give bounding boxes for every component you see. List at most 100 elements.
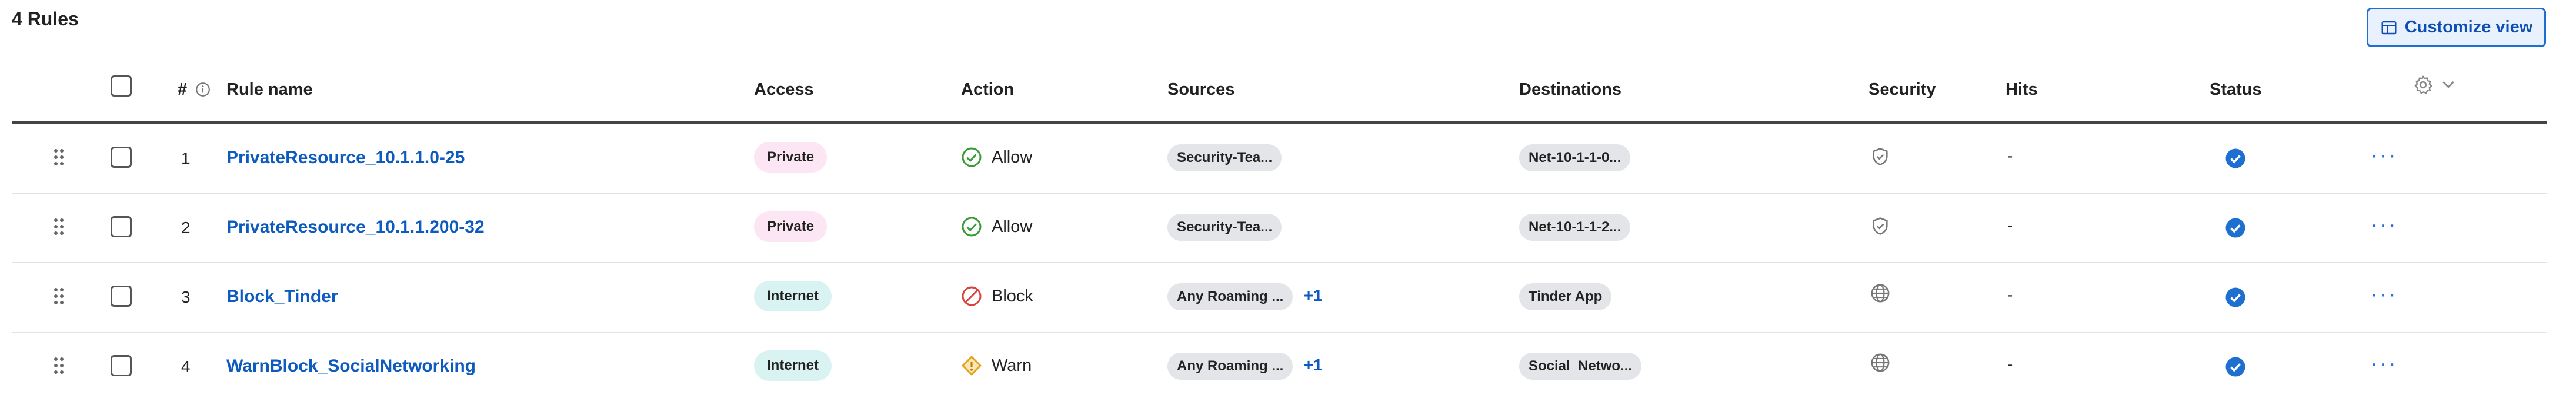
access-badge-label: Internet — [754, 350, 832, 381]
security-cell — [1870, 283, 1890, 306]
destinations-cell: Social_Netwo... — [1519, 353, 1642, 380]
rule-number: 3 — [181, 288, 191, 306]
action-label: Allow — [992, 217, 1033, 236]
destinations-cell: Net-10-1-1-0... — [1519, 144, 1631, 171]
rule-name-link[interactable]: Block_Tinder — [226, 287, 338, 307]
action-cell: Allow — [961, 147, 1032, 168]
destinations-cell: Tinder App — [1519, 283, 1612, 310]
gear-icon — [2414, 75, 2432, 94]
sources-cell: Any Roaming ... +1 — [1167, 283, 1323, 310]
destination-tag[interactable]: Net-10-1-1-2... — [1519, 214, 1631, 241]
column-header-security[interactable]: Security — [1868, 80, 1936, 100]
column-header-destinations[interactable]: Destinations — [1519, 80, 1621, 100]
check-circle-icon — [962, 147, 982, 167]
drag-handle-icon[interactable] — [54, 149, 65, 167]
column-header-number[interactable]: # — [178, 80, 211, 100]
hits-value: - — [2007, 147, 2013, 165]
destination-tag[interactable]: Net-10-1-1-0... — [1519, 144, 1631, 171]
access-badge: Internet — [754, 350, 832, 381]
customize-view-label: Customize view — [2404, 18, 2533, 37]
rule-number: 1 — [181, 149, 191, 167]
rule-name-link[interactable]: PrivateResource_10.1.1.200-32 — [226, 217, 485, 237]
info-icon[interactable] — [195, 82, 211, 97]
shield-check-icon — [1873, 148, 1888, 165]
status-cell — [2225, 148, 2246, 172]
destination-tag[interactable]: Tinder App — [1519, 283, 1612, 310]
action-cell: Warn — [961, 355, 1032, 376]
row-checkbox[interactable] — [111, 355, 132, 376]
block-icon — [962, 286, 982, 306]
globe-icon — [1871, 353, 1890, 372]
destinations-cell: Net-10-1-1-2... — [1519, 214, 1631, 241]
more-actions-button[interactable]: ··· — [2370, 352, 2397, 375]
shield-check-icon — [1873, 217, 1888, 235]
column-header-access[interactable]: Access — [754, 80, 814, 100]
hits-value: - — [2007, 286, 2013, 304]
action-cell: Block — [961, 286, 1033, 307]
source-tag[interactable]: Security-Tea... — [1167, 214, 1282, 241]
security-cell — [1870, 353, 1890, 376]
action-label: Warn — [992, 356, 1032, 375]
chevron-down-icon — [2442, 81, 2454, 88]
rules-count-title: 4 Rules — [12, 8, 79, 29]
column-header-sources[interactable]: Sources — [1167, 80, 1234, 100]
column-settings-button[interactable] — [2413, 74, 2457, 95]
access-badge-label: Private — [754, 142, 827, 173]
hits-value: - — [2007, 355, 2013, 373]
check-circle-filled-icon — [2225, 148, 2245, 168]
access-badge: Internet — [754, 281, 832, 311]
column-header-status[interactable]: Status — [2210, 80, 2262, 100]
rule-name-link[interactable]: WarnBlock_SocialNetworking — [226, 356, 476, 376]
action-cell: Allow — [961, 216, 1032, 237]
sources-cell: Security-Tea... — [1167, 144, 1282, 171]
sources-cell: Security-Tea... — [1167, 214, 1282, 241]
status-cell — [2225, 287, 2246, 311]
table-row: 2 PrivateResource_10.1.1.200-32 Private … — [12, 193, 2547, 263]
access-badge-label: Private — [754, 211, 827, 242]
source-tag[interactable]: Any Roaming ... — [1167, 283, 1293, 310]
access-badge: Private — [754, 211, 827, 242]
source-tag[interactable]: Any Roaming ... — [1167, 353, 1293, 380]
more-sources-link[interactable]: +1 — [1304, 286, 1323, 304]
drag-handle-icon[interactable] — [54, 218, 65, 236]
select-all-checkbox[interactable] — [111, 75, 132, 97]
row-checkbox[interactable] — [111, 147, 132, 168]
column-number-label: # — [178, 80, 188, 99]
status-cell — [2225, 356, 2246, 380]
table-row: 4 WarnBlock_SocialNetworking Internet Wa… — [12, 332, 2547, 401]
table-row: 1 PrivateResource_10.1.1.0-25 Private Al… — [12, 123, 2547, 194]
customize-view-button[interactable]: Customize view — [2367, 8, 2546, 47]
row-checkbox[interactable] — [111, 286, 132, 307]
action-label: Block — [992, 286, 1033, 306]
globe-icon — [1871, 284, 1890, 303]
security-cell — [1870, 216, 1890, 239]
column-header-rule-name[interactable]: Rule name — [226, 80, 313, 100]
check-circle-filled-icon — [2225, 287, 2245, 307]
status-cell — [2225, 217, 2246, 241]
table-layout-icon — [2381, 21, 2397, 34]
drag-handle-icon[interactable] — [54, 288, 65, 306]
access-badge: Private — [754, 142, 827, 173]
table-row: 3 Block_Tinder Internet Block Any Roamin… — [12, 262, 2547, 333]
hits-value: - — [2007, 216, 2013, 234]
check-circle-filled-icon — [2225, 218, 2245, 238]
table-header: # Rule name Access Action Sources Destin… — [12, 64, 2547, 124]
more-sources-link[interactable]: +1 — [1304, 356, 1323, 374]
more-actions-button[interactable]: ··· — [2370, 143, 2397, 167]
column-header-hits[interactable]: Hits — [2006, 80, 2038, 100]
column-header-action[interactable]: Action — [961, 80, 1014, 100]
action-label: Allow — [992, 147, 1033, 167]
more-actions-button[interactable]: ··· — [2370, 282, 2397, 306]
rule-name-link[interactable]: PrivateResource_10.1.1.0-25 — [226, 148, 465, 168]
more-actions-button[interactable]: ··· — [2370, 213, 2397, 236]
security-cell — [1870, 147, 1890, 170]
sources-cell: Any Roaming ... +1 — [1167, 353, 1323, 380]
destination-tag[interactable]: Social_Netwo... — [1519, 353, 1642, 380]
source-tag[interactable]: Security-Tea... — [1167, 144, 1282, 171]
drag-handle-icon[interactable] — [54, 357, 65, 375]
rule-number: 2 — [181, 218, 191, 237]
warning-diamond-icon — [962, 356, 982, 376]
check-circle-icon — [962, 217, 982, 237]
row-checkbox[interactable] — [111, 216, 132, 237]
rules-page: 4 Rules Customize view # Rule name Acces… — [0, 0, 2576, 400]
